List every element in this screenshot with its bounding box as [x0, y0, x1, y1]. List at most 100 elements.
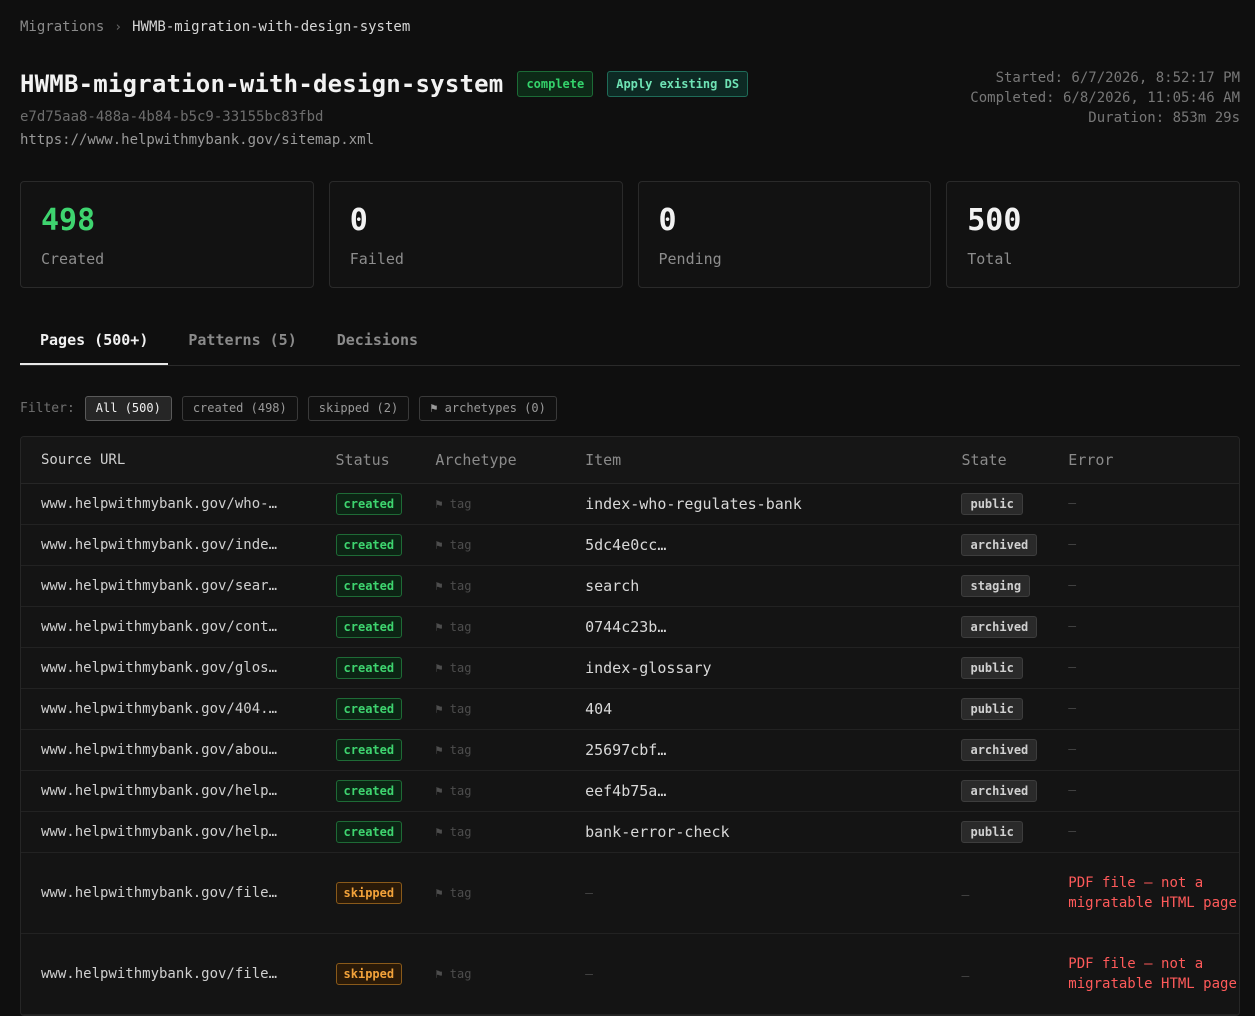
status-badge: skipped — [335, 882, 403, 904]
source-url-link[interactable]: www.helpwithmybank.gov/inde… — [21, 537, 336, 553]
table-row[interactable]: www.helpwithmybank.gov/who-… created ⚑ tag… — [21, 484, 1239, 525]
column-header-item: Item — [585, 451, 622, 469]
state-badge: public — [961, 493, 1023, 515]
status-badge: created — [335, 493, 403, 515]
stat-card-total: 500 Total — [946, 181, 1240, 288]
item-name[interactable]: bank-error-check — [585, 823, 961, 841]
state-badge: public — [961, 698, 1023, 720]
source-url-link[interactable]: www.helpwithmybank.gov/cont… — [21, 619, 336, 635]
item-name[interactable]: 5dc4e0cc… — [585, 536, 961, 554]
completed-time: Completed: 6/8/2026, 11:05:46 AM — [970, 90, 1240, 106]
item-name[interactable]: index-who-regulates-bank — [585, 495, 961, 513]
item-name: — — [585, 966, 593, 982]
table-row[interactable]: www.helpwithmybank.gov/abou… created ⚑ tag… — [21, 730, 1239, 771]
status-badge: created — [335, 739, 403, 761]
state-badge: staging — [961, 575, 1031, 597]
table-row[interactable]: www.helpwithmybank.gov/cont… created ⚑ tag… — [21, 607, 1239, 648]
pages-table: Source URL Status Archetype Item State E… — [20, 436, 1240, 1016]
column-header-source-url: Source URL — [41, 452, 126, 468]
filter-chip-created[interactable]: created (498) — [181, 396, 298, 421]
state-badge: public — [961, 657, 1023, 679]
archetype-tag-button[interactable]: ⚑ tag — [435, 620, 585, 634]
status-badge: complete — [517, 71, 594, 97]
error-message: — — [1068, 824, 1077, 839]
table-row[interactable]: www.helpwithmybank.gov/sear… created ⚑ tag… — [21, 566, 1239, 607]
archetype-tag-button[interactable]: ⚑ tag — [435, 967, 585, 981]
table-row[interactable]: www.helpwithmybank.gov/glos… created ⚑ tag… — [21, 648, 1239, 689]
stat-card-pending: 0 Pending — [637, 181, 932, 288]
table-row[interactable]: www.helpwithmybank.gov/404.… created ⚑ tag… — [21, 689, 1239, 730]
stat-value: 500 — [967, 203, 1022, 238]
filter-chip-archetypes[interactable]: ⚑ archetypes (0) — [419, 396, 557, 421]
archetype-tag-button[interactable]: ⚑ tag — [435, 702, 585, 716]
filter-chip-all[interactable]: All (500) — [84, 396, 172, 421]
source-url-link[interactable]: www.helpwithmybank.gov/file… — [21, 966, 336, 982]
archetype-tag-button[interactable]: ⚑ tag — [435, 538, 585, 552]
state-empty: — — [961, 887, 970, 903]
stat-label: Created — [41, 250, 105, 268]
source-url-link[interactable]: www.helpwithmybank.gov/sear… — [21, 578, 336, 594]
state-badge: public — [961, 821, 1023, 843]
status-cell: created — [335, 739, 436, 761]
item-name[interactable]: 0744c23b… — [585, 618, 961, 636]
item-name[interactable]: 25697cbf… — [585, 741, 961, 759]
filter-label: Filter: — [20, 401, 75, 416]
tab-decisions[interactable]: Decisions — [317, 318, 438, 365]
stats-cards: 498 Created 0 Failed 0 Pending 500 Total — [20, 181, 1240, 288]
table-row[interactable]: www.helpwithmybank.gov/help… created ⚑ tag… — [21, 812, 1239, 853]
source-url-link[interactable]: www.helpwithmybank.gov/help… — [21, 783, 336, 799]
state-cell: public — [961, 821, 1068, 843]
status-badge: created — [335, 616, 403, 638]
archetype-tag-button[interactable]: ⚑ tag — [435, 579, 585, 593]
archetype-tag-button[interactable]: ⚑ tag — [435, 886, 585, 900]
filter-chip-skipped[interactable]: skipped (2) — [307, 396, 410, 421]
timing-info: Started: 6/7/2026, 8:52:17 PM Completed:… — [970, 68, 1240, 128]
breadcrumb-migrations-link[interactable]: Migrations — [20, 19, 104, 35]
item-name[interactable]: 404 — [585, 700, 961, 718]
status-badge: created — [335, 534, 403, 556]
error-message: PDF file — not a migratable HTML page — [1068, 875, 1237, 911]
source-url-link[interactable]: www.helpwithmybank.gov/file… — [21, 885, 336, 901]
error-message: — — [1068, 742, 1077, 757]
source-url-link[interactable]: www.helpwithmybank.gov/who-… — [21, 496, 336, 512]
archetype-tag-button[interactable]: ⚑ tag — [435, 825, 585, 839]
item-name[interactable]: eef4b75a… — [585, 782, 961, 800]
error-message: — — [1068, 619, 1077, 634]
source-url-link[interactable]: www.helpwithmybank.gov/abou… — [21, 742, 336, 758]
state-cell: archived — [961, 739, 1068, 761]
column-header-archetype: Archetype — [435, 451, 517, 469]
item-name[interactable]: index-glossary — [585, 659, 961, 677]
source-url-link[interactable]: www.helpwithmybank.gov/help… — [21, 824, 336, 840]
state-cell: archived — [961, 616, 1068, 638]
state-cell: archived — [961, 534, 1068, 556]
state-badge: archived — [961, 780, 1038, 802]
source-url-link[interactable]: www.helpwithmybank.gov/404.… — [21, 701, 336, 717]
state-cell: public — [961, 657, 1068, 679]
tab-patterns[interactable]: Patterns (5) — [168, 318, 316, 365]
status-badge: created — [335, 821, 403, 843]
state-cell: — — [961, 884, 1068, 903]
state-cell: — — [961, 965, 1068, 984]
sitemap-url: https://www.helpwithmybank.gov/sitemap.x… — [20, 132, 375, 148]
tab-pages[interactable]: Pages (500+) — [20, 318, 169, 365]
stat-card-failed: 0 Failed — [328, 181, 623, 288]
status-cell: created — [335, 780, 436, 802]
column-header-error: Error — [1068, 451, 1114, 469]
stat-label: Pending — [658, 250, 722, 268]
status-cell: created — [335, 821, 436, 843]
archetype-tag-button[interactable]: ⚑ tag — [435, 784, 585, 798]
archetype-tag-button[interactable]: ⚑ tag — [435, 661, 585, 675]
table-row[interactable]: www.helpwithmybank.gov/inde… created ⚑ tag… — [21, 525, 1239, 566]
error-message: — — [1068, 783, 1077, 798]
table-row[interactable]: www.helpwithmybank.gov/help… created ⚑ tag… — [21, 771, 1239, 812]
status-cell: created — [335, 657, 436, 679]
archetype-tag-button[interactable]: ⚑ tag — [435, 743, 585, 757]
archetype-tag-button[interactable]: ⚑ tag — [435, 497, 585, 511]
state-badge: archived — [961, 616, 1038, 638]
source-url-link[interactable]: www.helpwithmybank.gov/glos… — [21, 660, 336, 676]
table-row[interactable]: www.helpwithmybank.gov/file… skipped ⚑ tag… — [21, 853, 1239, 934]
status-cell: created — [335, 534, 436, 556]
table-row[interactable]: www.helpwithmybank.gov/file… skipped ⚑ tag… — [21, 934, 1239, 1015]
status-badge: created — [335, 657, 403, 679]
item-name[interactable]: search — [585, 577, 961, 595]
